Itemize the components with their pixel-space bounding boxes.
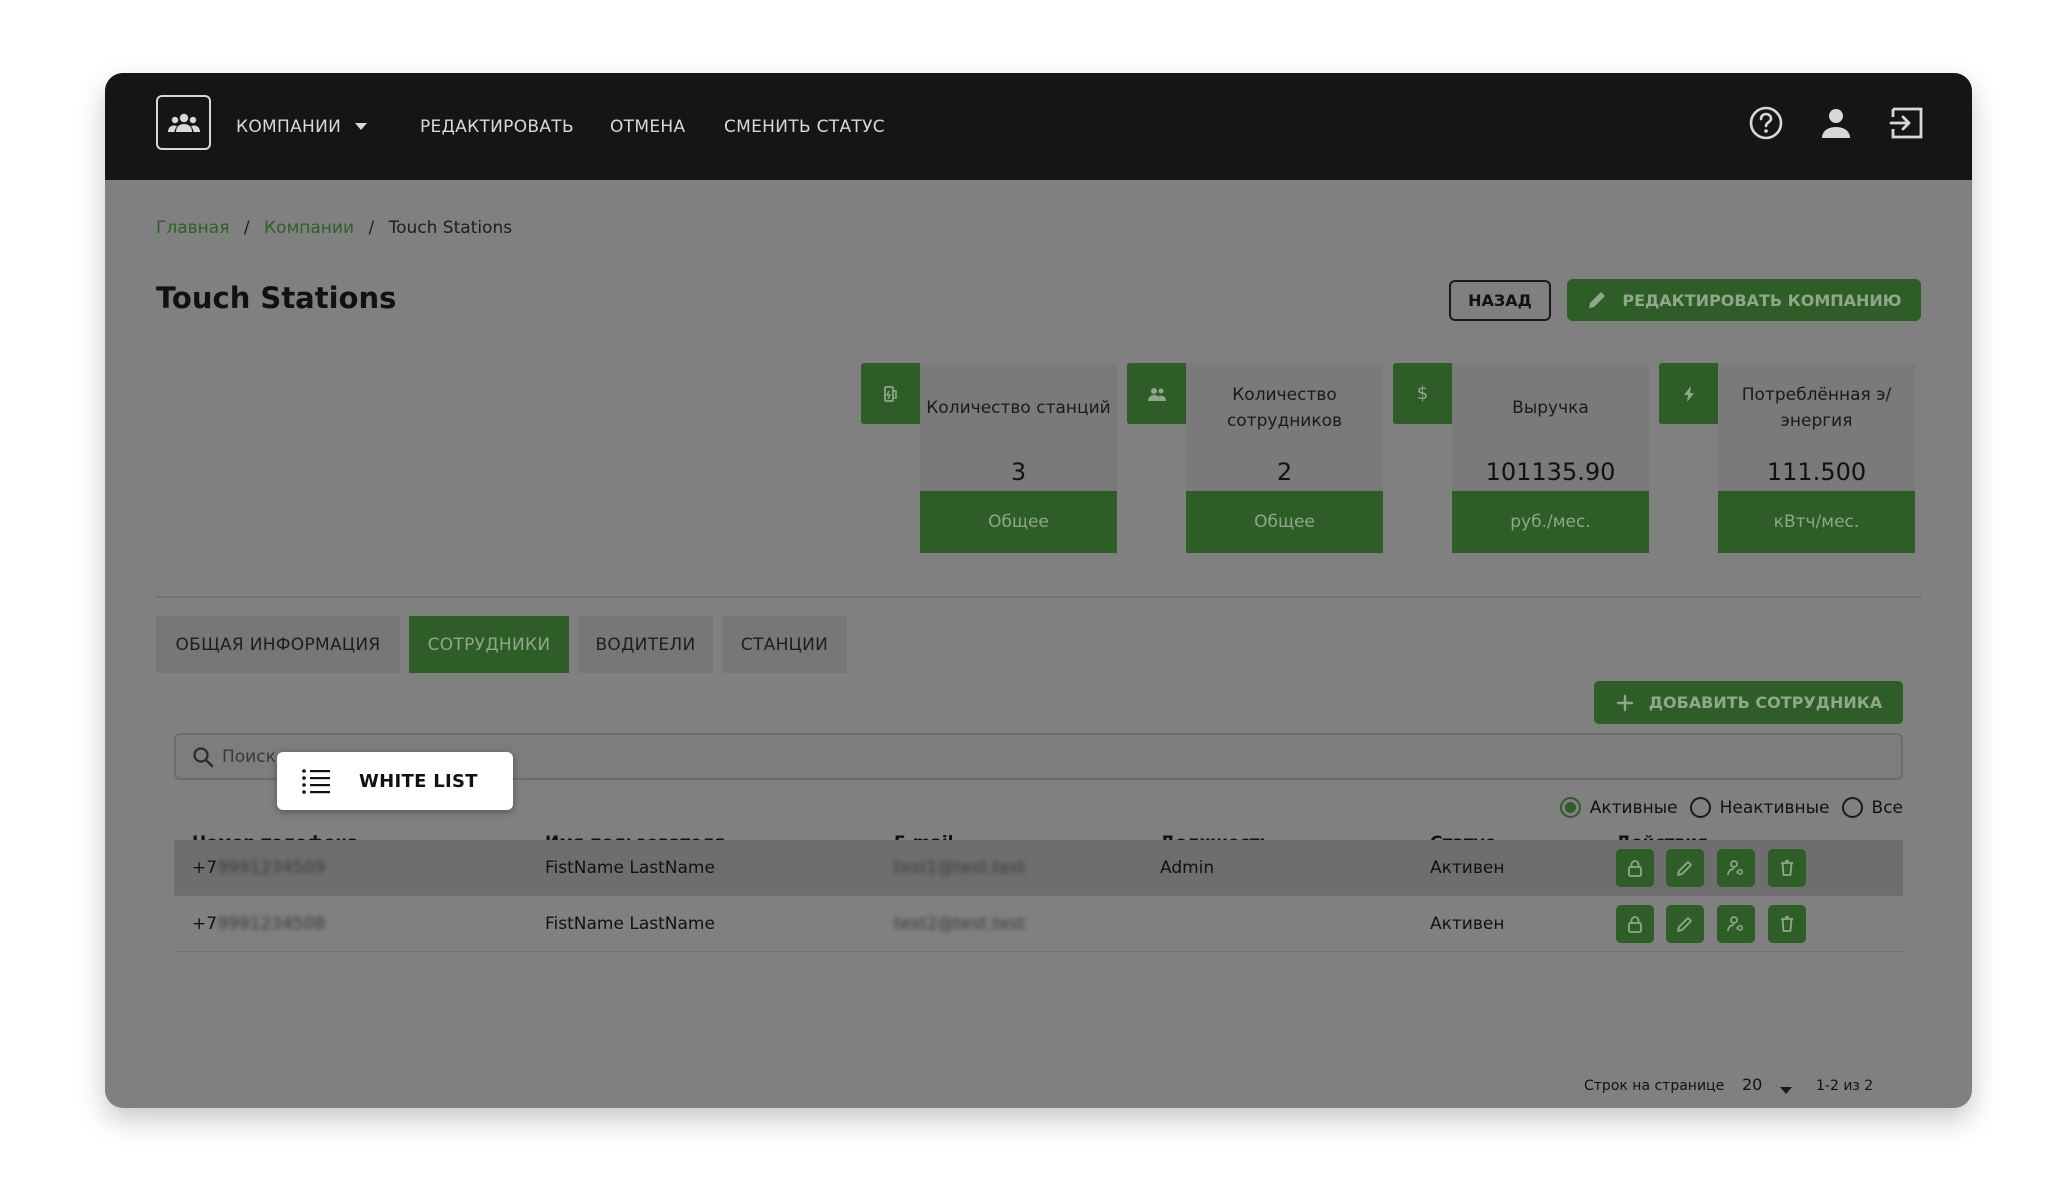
stat-value: 2 bbox=[1276, 458, 1293, 486]
breadcrumb: Главная / Компании / Touch Stations bbox=[156, 218, 512, 238]
tab-drivers[interactable]: ВОДИТЕЛИ bbox=[578, 616, 713, 673]
radio-unselected[interactable] bbox=[1841, 797, 1863, 818]
ev-station-icon bbox=[861, 363, 920, 424]
stat-card-energy: Потреблённая э/энергия 111.500 кВтч/мес. bbox=[1718, 363, 1915, 553]
filter-all[interactable]: Все bbox=[1841, 797, 1903, 818]
plus-icon bbox=[1616, 694, 1633, 711]
edit-company-label: РЕДАКТИРОВАТЬ КОМПАНИЮ bbox=[1622, 290, 1902, 310]
breadcrumb-current: Touch Stations bbox=[388, 218, 513, 238]
stat-label: Потреблённая э/энергия bbox=[1741, 385, 1892, 431]
pencil-icon bbox=[1589, 292, 1606, 308]
stat-footer: руб./мес. bbox=[1452, 491, 1649, 553]
cell-phone: +7 9991234508 bbox=[192, 896, 325, 951]
phone-prefix: +7 bbox=[192, 913, 218, 934]
pagination-range: 1-2 из 2 bbox=[1816, 1078, 1874, 1094]
cell-email: test2@test.test bbox=[894, 913, 1026, 934]
top-navigation-bar: КОМПАНИИ РЕДАКТИРОВАТЬ ОТМЕНА СМЕНИТЬ СТ… bbox=[105, 73, 1972, 180]
radio-selected[interactable] bbox=[1559, 797, 1581, 818]
search-icon bbox=[193, 747, 214, 768]
nav-cancel[interactable]: ОТМЕНА bbox=[610, 73, 685, 180]
cell-status: Активен bbox=[1430, 857, 1505, 878]
list-icon bbox=[302, 769, 330, 794]
white-list-label: WHITE LIST bbox=[359, 770, 478, 792]
stat-value: 111.500 bbox=[1766, 458, 1867, 486]
tab-employees[interactable]: СОТРУДНИКИ bbox=[409, 616, 569, 673]
breadcrumb-companies[interactable]: Компании bbox=[264, 218, 354, 238]
table-row[interactable]: +7 9991234509 FistName LastName test1@te… bbox=[174, 840, 1903, 896]
white-list-button[interactable]: WHITE LIST bbox=[277, 752, 513, 810]
app-window: КОМПАНИИ РЕДАКТИРОВАТЬ ОТМЕНА СМЕНИТЬ СТ… bbox=[105, 73, 1972, 1108]
lightning-icon bbox=[1659, 363, 1718, 424]
logout-icon[interactable] bbox=[1887, 103, 1927, 143]
stat-card-stations: Количество станций 3 Общее bbox=[920, 363, 1117, 553]
add-employee-label: ДОБАВИТЬ СОТРУДНИКА bbox=[1648, 693, 1883, 712]
tab-general-info[interactable]: ОБЩАЯ ИНФОРМАЦИЯ bbox=[156, 616, 400, 673]
stat-value: 3 bbox=[1010, 458, 1027, 486]
breadcrumb-home[interactable]: Главная bbox=[156, 218, 229, 238]
filter-label: Все bbox=[1871, 797, 1903, 818]
radio-unselected[interactable] bbox=[1689, 797, 1711, 818]
cell-email: test1@test.test bbox=[894, 857, 1026, 878]
cell-phone: +7 9991234509 bbox=[192, 840, 325, 895]
dollar-icon: $ bbox=[1393, 363, 1452, 424]
nav-edit[interactable]: РЕДАКТИРОВАТЬ bbox=[420, 73, 574, 180]
stat-footer: Общее bbox=[1186, 491, 1383, 553]
stat-label: Количество сотрудников bbox=[1226, 385, 1343, 431]
filter-active[interactable]: Активные bbox=[1559, 797, 1678, 818]
edit-company-button[interactable]: РЕДАКТИРОВАТЬ КОМПАНИЮ bbox=[1567, 279, 1921, 321]
stat-card-revenue: Выручка 101135.90 руб./мес. bbox=[1452, 363, 1649, 553]
filter-label: Неактивные bbox=[1719, 797, 1830, 818]
cell-status: Активен bbox=[1430, 913, 1505, 934]
cell-username: FistName LastName bbox=[545, 857, 715, 878]
stat-card-employees: Количество сотрудников 2 Общее bbox=[1186, 363, 1383, 553]
filter-label: Активные bbox=[1589, 797, 1678, 818]
trash-icon[interactable] bbox=[1768, 849, 1806, 887]
back-button[interactable]: НАЗАД bbox=[1449, 280, 1551, 321]
person-key-icon[interactable] bbox=[1717, 849, 1755, 887]
add-employee-button[interactable]: ДОБАВИТЬ СОТРУДНИКА bbox=[1594, 681, 1903, 724]
users-group-icon[interactable] bbox=[156, 95, 211, 150]
pencil-icon[interactable] bbox=[1666, 905, 1704, 943]
nav-companies-dropdown[interactable]: КОМПАНИИ bbox=[236, 73, 368, 180]
stat-footer: Общее bbox=[920, 491, 1117, 553]
stat-footer: кВтч/мес. bbox=[1718, 491, 1915, 553]
chevron-down-icon bbox=[355, 123, 368, 130]
user-icon[interactable] bbox=[1816, 103, 1856, 143]
nav-companies-label: КОМПАНИИ bbox=[236, 116, 342, 137]
trash-icon[interactable] bbox=[1768, 905, 1806, 943]
phone-prefix: +7 bbox=[192, 857, 218, 878]
cell-position: Admin bbox=[1160, 857, 1215, 878]
filter-inactive[interactable]: Неактивные bbox=[1689, 797, 1830, 818]
phone-hidden: 9991234508 bbox=[217, 913, 326, 934]
person-key-icon[interactable] bbox=[1717, 905, 1755, 943]
page-title: Touch Stations bbox=[156, 281, 397, 315]
breadcrumb-separator: / bbox=[368, 218, 375, 238]
lock-icon[interactable] bbox=[1616, 849, 1654, 887]
pencil-icon[interactable] bbox=[1666, 849, 1704, 887]
lock-icon[interactable] bbox=[1616, 905, 1654, 943]
help-circle-icon[interactable] bbox=[1746, 103, 1786, 143]
table-row[interactable]: +7 9991234508 FistName LastName test2@te… bbox=[174, 896, 1903, 952]
people-icon bbox=[1127, 363, 1186, 424]
breadcrumb-separator: / bbox=[243, 218, 250, 238]
status-filter: Активные Неактивные Все bbox=[1548, 797, 1903, 818]
phone-hidden: 9991234509 bbox=[217, 857, 326, 878]
stat-label: Количество станций bbox=[926, 398, 1111, 418]
rows-per-page-label: Строк на странице bbox=[1584, 1078, 1725, 1094]
stat-value: 101135.90 bbox=[1485, 458, 1616, 486]
rows-per-page-select[interactable]: 20 bbox=[1742, 1075, 1762, 1094]
nav-change-status[interactable]: СМЕНИТЬ СТАТУС bbox=[724, 73, 885, 180]
cell-username: FistName LastName bbox=[545, 913, 715, 934]
stat-label: Выручка bbox=[1512, 398, 1589, 418]
tab-stations[interactable]: СТАНЦИИ bbox=[722, 616, 847, 673]
section-divider bbox=[156, 596, 1922, 598]
chevron-down-icon[interactable] bbox=[1780, 1087, 1792, 1094]
